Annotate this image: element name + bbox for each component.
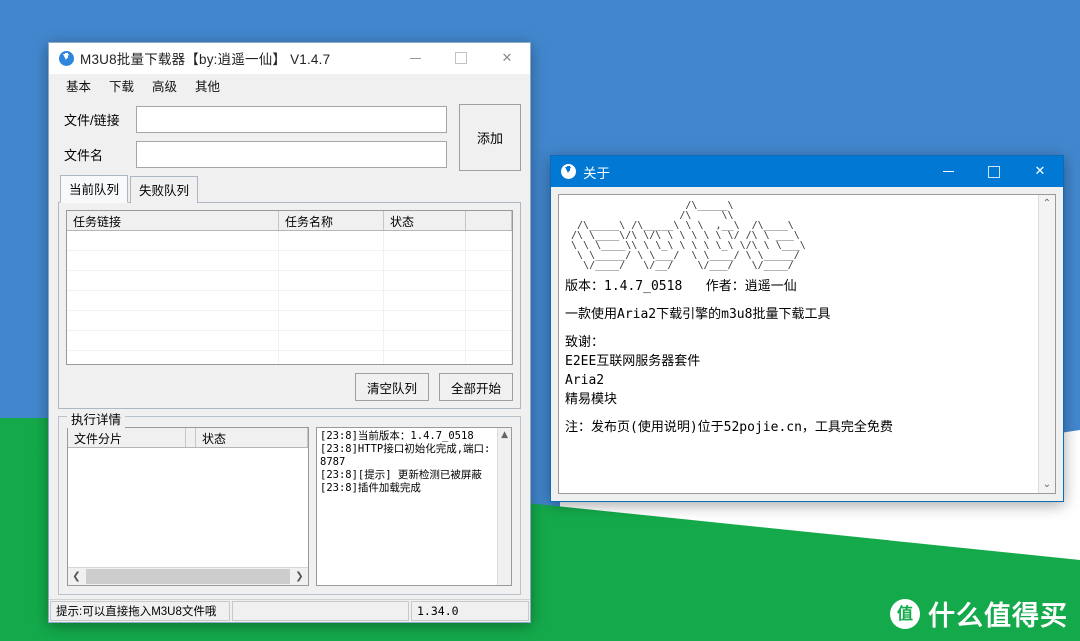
execution-detail-group: 执行详情 文件分片 状态 ❮ ❯ [23:8]当前版本：1.4.7_0518 [… [58, 409, 521, 595]
add-button[interactable]: 添加 [459, 103, 521, 171]
download-circle-icon [561, 164, 576, 179]
status-middle [232, 601, 409, 621]
download-circle-icon [59, 50, 74, 66]
about-line-gap [565, 324, 1032, 333]
about-line-gap [565, 296, 1032, 305]
main-window-body: 文件/链接 文件名 添加 当前队列 失败队列 任务链接 任务名称 状态 清空队列… [49, 96, 530, 595]
queue-panel: 任务链接 任务名称 状态 清空队列 全部开始 [58, 202, 521, 409]
main-status-bar: 提示:可以直接拖入M3U8文件哦 1.34.0 [49, 599, 530, 622]
queue-table-header: 任务链接 任务名称 状态 [67, 211, 512, 231]
about-content: /\_____\ /\ \\ /\_____\ /\_____\ \ \ ,__… [559, 195, 1038, 493]
execution-detail-legend: 执行详情 [67, 409, 126, 428]
about-line: 致谢： [565, 335, 605, 350]
queue-col-task-name: 任务名称 [279, 211, 384, 230]
file-link-input[interactable] [136, 106, 447, 133]
about-line: Aria2 [565, 373, 605, 388]
queue-table-rows [67, 231, 512, 364]
log-scrollbar[interactable]: ▲ [497, 428, 511, 585]
maximize-button[interactable] [971, 156, 1017, 187]
minimize-button[interactable] [392, 43, 438, 73]
shard-table-header: 文件分片 状态 [68, 428, 308, 448]
table-row[interactable] [67, 331, 512, 351]
clear-queue-button[interactable]: 清空队列 [355, 373, 429, 401]
queue-action-buttons: 清空队列 全部开始 [66, 373, 513, 401]
file-name-input[interactable] [136, 141, 447, 168]
menu-item-basic[interactable]: 基本 [57, 74, 100, 97]
ascii-art-logo: /\_____\ /\ \\ /\_____\ /\_____\ \ \ ,__… [571, 200, 806, 271]
queue-table[interactable]: 任务链接 任务名称 状态 [66, 210, 513, 365]
scroll-left-icon[interactable]: ❮ [68, 568, 85, 585]
about-textbox[interactable]: /\_____\ /\ \\ /\_____\ /\_____\ \ \ ,__… [558, 194, 1056, 494]
table-row[interactable] [67, 351, 512, 364]
table-row[interactable] [67, 311, 512, 331]
queue-col-status: 状态 [384, 211, 466, 230]
start-all-button[interactable]: 全部开始 [439, 373, 513, 401]
file-name-row: 文件名 [58, 137, 447, 172]
close-button[interactable]: ✕ [1017, 156, 1063, 187]
about-line: 精易模块 [565, 392, 618, 407]
scrollbar-thumb[interactable] [86, 569, 290, 584]
smzdm-watermark: 值 什么值得买 [890, 594, 1068, 633]
smzdm-badge-icon: 值 [890, 598, 920, 629]
file-link-row: 文件/链接 [58, 102, 447, 137]
about-window-body: /\_____\ /\ \\ /\_____\ /\_____\ \ \ ,__… [551, 187, 1063, 501]
about-window: 关于 ✕ /\_____\ /\ \\ /\_____\ /\_____\ \ … [550, 155, 1064, 502]
table-row[interactable] [67, 251, 512, 271]
main-window-controls: ✕ [392, 43, 530, 73]
minimize-button[interactable] [925, 156, 971, 187]
queue-col-extra [466, 211, 512, 230]
maximize-button[interactable] [438, 43, 484, 73]
shard-table-rows [68, 448, 308, 567]
file-link-label: 文件/链接 [64, 113, 120, 128]
menu-item-download[interactable]: 下载 [100, 74, 143, 97]
about-line-gap [565, 409, 1032, 418]
about-window-titlebar[interactable]: 关于 ✕ [551, 156, 1063, 187]
table-row[interactable] [67, 231, 512, 251]
shard-col-spacer [186, 428, 196, 447]
about-window-title: 关于 [583, 165, 610, 181]
table-row[interactable] [67, 271, 512, 291]
scroll-right-icon[interactable]: ❯ [291, 568, 308, 585]
shard-col-status: 状态 [196, 428, 308, 447]
tab-failed-queue[interactable]: 失败队列 [130, 176, 199, 203]
main-menubar: 基本 下载 高级 其他 [49, 74, 530, 96]
about-line: 版本：1.4.7_0518 作者：逍遥一仙 [565, 279, 797, 294]
menu-item-other[interactable]: 其他 [186, 74, 229, 97]
menu-item-advanced[interactable]: 高级 [143, 74, 186, 97]
status-hint: 提示:可以直接拖入M3U8文件哦 [50, 601, 230, 621]
input-fields-column: 文件/链接 文件名 [58, 102, 447, 172]
table-row[interactable] [67, 291, 512, 311]
scroll-up-icon[interactable]: ▲ [501, 428, 508, 440]
about-line: E2EE互联网服务器套件 [565, 354, 701, 369]
queue-tabstrip: 当前队列 失败队列 [58, 175, 521, 203]
main-window-title: M3U8批量下载器【by:逍遥一仙】 V1.4.7 [80, 52, 331, 67]
file-name-label: 文件名 [64, 148, 104, 163]
main-window: M3U8批量下载器【by:逍遥一仙】 V1.4.7 ✕ 基本 下载 高级 其他 … [48, 42, 531, 623]
tab-current-queue[interactable]: 当前队列 [60, 175, 129, 203]
about-line: 一款使用Aria2下载引擎的m3u8批量下载工具 [565, 307, 831, 322]
status-version: 1.34.0 [411, 601, 529, 621]
queue-col-task-link: 任务链接 [67, 211, 279, 230]
about-line: 注：发布页(使用说明)位于52pojie.cn，工具完全免费 [565, 420, 893, 435]
smzdm-watermark-text: 什么值得买 [928, 601, 1068, 632]
log-box[interactable]: [23:8]当前版本：1.4.7_0518 [23:8]HTTP接口初始化完成,… [316, 427, 512, 586]
input-fields-area: 文件/链接 文件名 添加 [58, 102, 521, 172]
main-window-titlebar[interactable]: M3U8批量下载器【by:逍遥一仙】 V1.4.7 ✕ [49, 43, 530, 74]
close-button[interactable]: ✕ [484, 43, 530, 73]
scroll-up-icon[interactable]: ⌃ [1043, 195, 1051, 212]
scroll-down-icon[interactable]: ⌄ [1043, 476, 1051, 493]
log-text: [23:8]当前版本：1.4.7_0518 [23:8]HTTP接口初始化完成,… [320, 430, 491, 494]
shard-col-file-shard: 文件分片 [68, 428, 186, 447]
shard-table[interactable]: 文件分片 状态 ❮ ❯ [67, 427, 309, 586]
about-window-controls: ✕ [925, 156, 1063, 187]
shard-horizontal-scrollbar[interactable]: ❮ ❯ [68, 567, 308, 585]
about-text-lines: 版本：1.4.7_0518 作者：逍遥一仙一款使用Aria2下载引擎的m3u8批… [565, 277, 1032, 437]
about-scrollbar[interactable]: ⌃ ⌄ [1038, 195, 1055, 493]
